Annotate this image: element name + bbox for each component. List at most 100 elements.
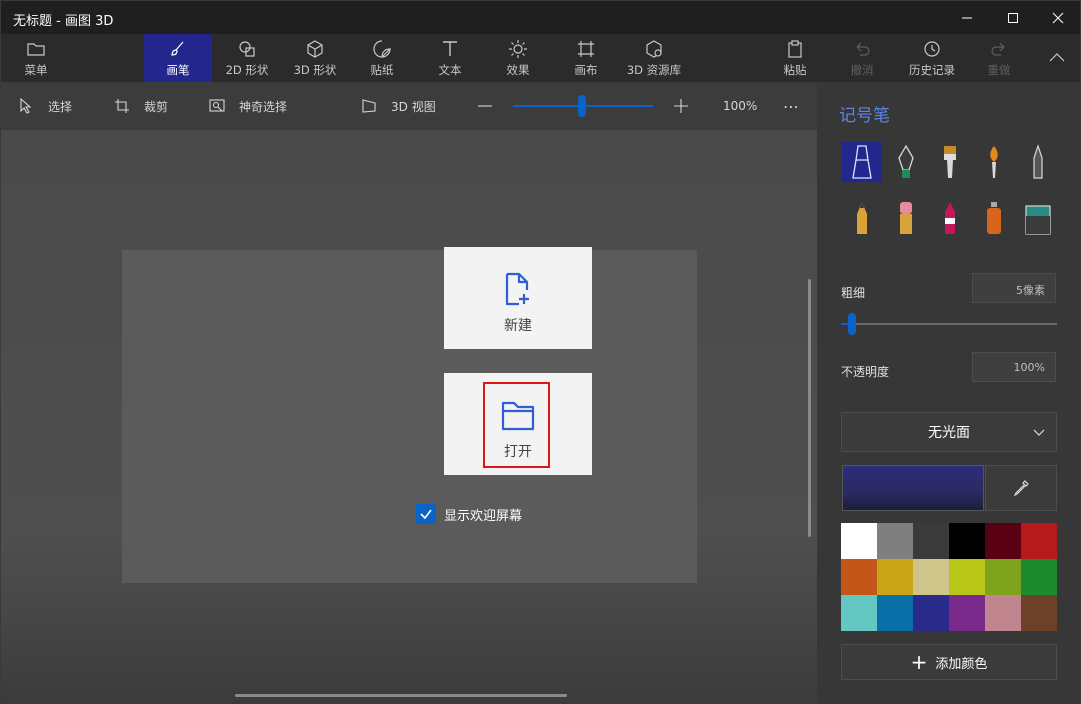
select-label: 选择 [48,99,73,114]
color-swatch[interactable] [1021,523,1057,559]
tab-3d-library[interactable]: 3D 资源库 [623,34,685,82]
undo-label: 撤消 [850,63,874,77]
tab-canvas-label: 画布 [574,63,598,77]
crop-label: 裁剪 [144,99,169,114]
brush-crayon[interactable] [930,198,970,238]
brush-fill[interactable] [1018,198,1058,238]
color-swatch[interactable] [877,595,913,631]
opacity-input[interactable]: 100% [972,352,1056,382]
add-color-button[interactable]: + 添加颜色 [841,644,1057,680]
color-swatch[interactable] [985,523,1021,559]
minimize-icon [962,17,972,18]
title-bar: 无标题 - 画图 3D [1,1,1080,34]
plus-icon [674,99,688,113]
color-swatch[interactable] [913,523,949,559]
zoom-slider-thumb[interactable] [578,95,586,117]
color-swatch[interactable] [841,595,877,631]
color-swatch[interactable] [1021,559,1057,595]
current-color-swatch[interactable] [842,465,984,511]
vertical-scrollbar[interactable] [808,279,811,537]
oil-brush-icon [944,146,956,178]
minimize-button[interactable] [944,1,990,34]
color-swatch[interactable] [985,595,1021,631]
tab-canvas[interactable]: 画布 [561,34,611,82]
finish-dropdown[interactable]: 无光面 [841,412,1057,452]
cube-icon [307,40,323,58]
tab-effects[interactable]: 效果 [493,34,543,82]
crayon-icon [945,202,955,234]
brush-pixel-pen[interactable] [1018,142,1058,182]
tab-effects-label: 效果 [506,63,530,77]
magic-select-button[interactable]: 神奇选择 [209,82,287,130]
tab-brushes-label: 画笔 [166,63,190,77]
color-swatch[interactable] [913,559,949,595]
more-options-button[interactable]: ⋯ [783,82,799,130]
undo-icon [856,42,870,56]
color-swatch[interactable] [841,559,877,595]
paste-button[interactable]: 粘贴 [773,34,817,82]
new-file-icon [505,272,529,306]
tab-stickers[interactable]: 贴纸 [356,34,408,82]
history-button[interactable]: 历史记录 [901,34,963,82]
new-button[interactable]: 新建 [444,247,592,349]
brush-oil[interactable] [930,142,970,182]
thickness-slider-track[interactable] [841,323,1057,325]
maximize-icon [1008,12,1018,23]
brush-calligraphy-pen[interactable] [886,142,926,182]
zoom-in-button[interactable] [673,82,703,130]
menu-label: 菜单 [24,63,48,77]
finish-value: 无光面 [928,425,970,441]
spray-can-icon [987,202,1001,234]
eyedropper-button[interactable] [985,465,1057,511]
opacity-label: 不透明度 [841,365,890,379]
undo-button[interactable]: 撤消 [839,34,885,82]
checkbox-checked-icon[interactable] [416,504,436,524]
tab-2d-shapes[interactable]: 2D 形状 [216,34,278,82]
pixel-pen-icon [1033,144,1043,179]
brush-eraser[interactable] [886,198,926,238]
cursor-icon [20,98,32,114]
menu-button[interactable]: 菜单 [11,34,61,82]
close-button[interactable] [1035,1,1080,34]
view-3d-label: 3D 视图 [391,99,436,114]
tab-3d-shapes[interactable]: 3D 形状 [284,34,346,82]
color-swatch[interactable] [949,559,985,595]
redo-button[interactable]: 重做 [977,34,1021,82]
3d-view-icon [362,99,376,113]
color-swatch[interactable] [949,595,985,631]
color-swatch[interactable] [1021,595,1057,631]
color-swatch[interactable] [841,523,877,559]
panel-title: 记号笔 [839,106,890,126]
tab-text[interactable]: 文本 [425,34,475,82]
brush-watercolor[interactable] [974,142,1014,182]
horizontal-scrollbar[interactable] [235,694,567,697]
main-ribbon: 菜单 画笔 2D 形状 3D 形状 贴纸 文本 效果 画布 3D 资源库 粘贴 … [1,34,1080,82]
tab-brushes[interactable]: 画笔 [144,34,212,82]
text-icon [443,41,457,56]
thickness-slider-thumb[interactable] [848,313,856,335]
color-swatch[interactable] [985,559,1021,595]
history-label: 历史记录 [909,63,955,77]
view-3d-button[interactable]: 3D 视图 [361,82,436,130]
brush-pencil[interactable] [842,198,882,238]
fill-bucket-icon [1025,205,1051,235]
select-button[interactable]: 选择 [18,82,72,130]
chevron-up-icon [1049,53,1065,62]
brush-spray-can[interactable] [974,198,1014,238]
maximize-button[interactable] [990,1,1036,34]
zoom-out-button[interactable] [477,82,507,130]
crop-button[interactable]: 裁剪 [114,82,168,130]
color-swatch[interactable] [877,559,913,595]
color-swatch[interactable] [877,523,913,559]
show-welcome-checkbox[interactable]: 显示欢迎屏幕 [416,504,522,524]
color-palette [841,523,1057,632]
brush-marker[interactable] [842,142,882,182]
tab-2d-shapes-label: 2D 形状 [225,63,269,77]
collapse-ribbon-button[interactable] [1039,34,1075,82]
color-swatch[interactable] [949,523,985,559]
drawing-canvas[interactable] [122,250,697,583]
marker-icon [852,145,872,179]
sun-icon [509,40,527,58]
thickness-input[interactable]: 5像素 [972,273,1056,303]
color-swatch[interactable] [913,595,949,631]
